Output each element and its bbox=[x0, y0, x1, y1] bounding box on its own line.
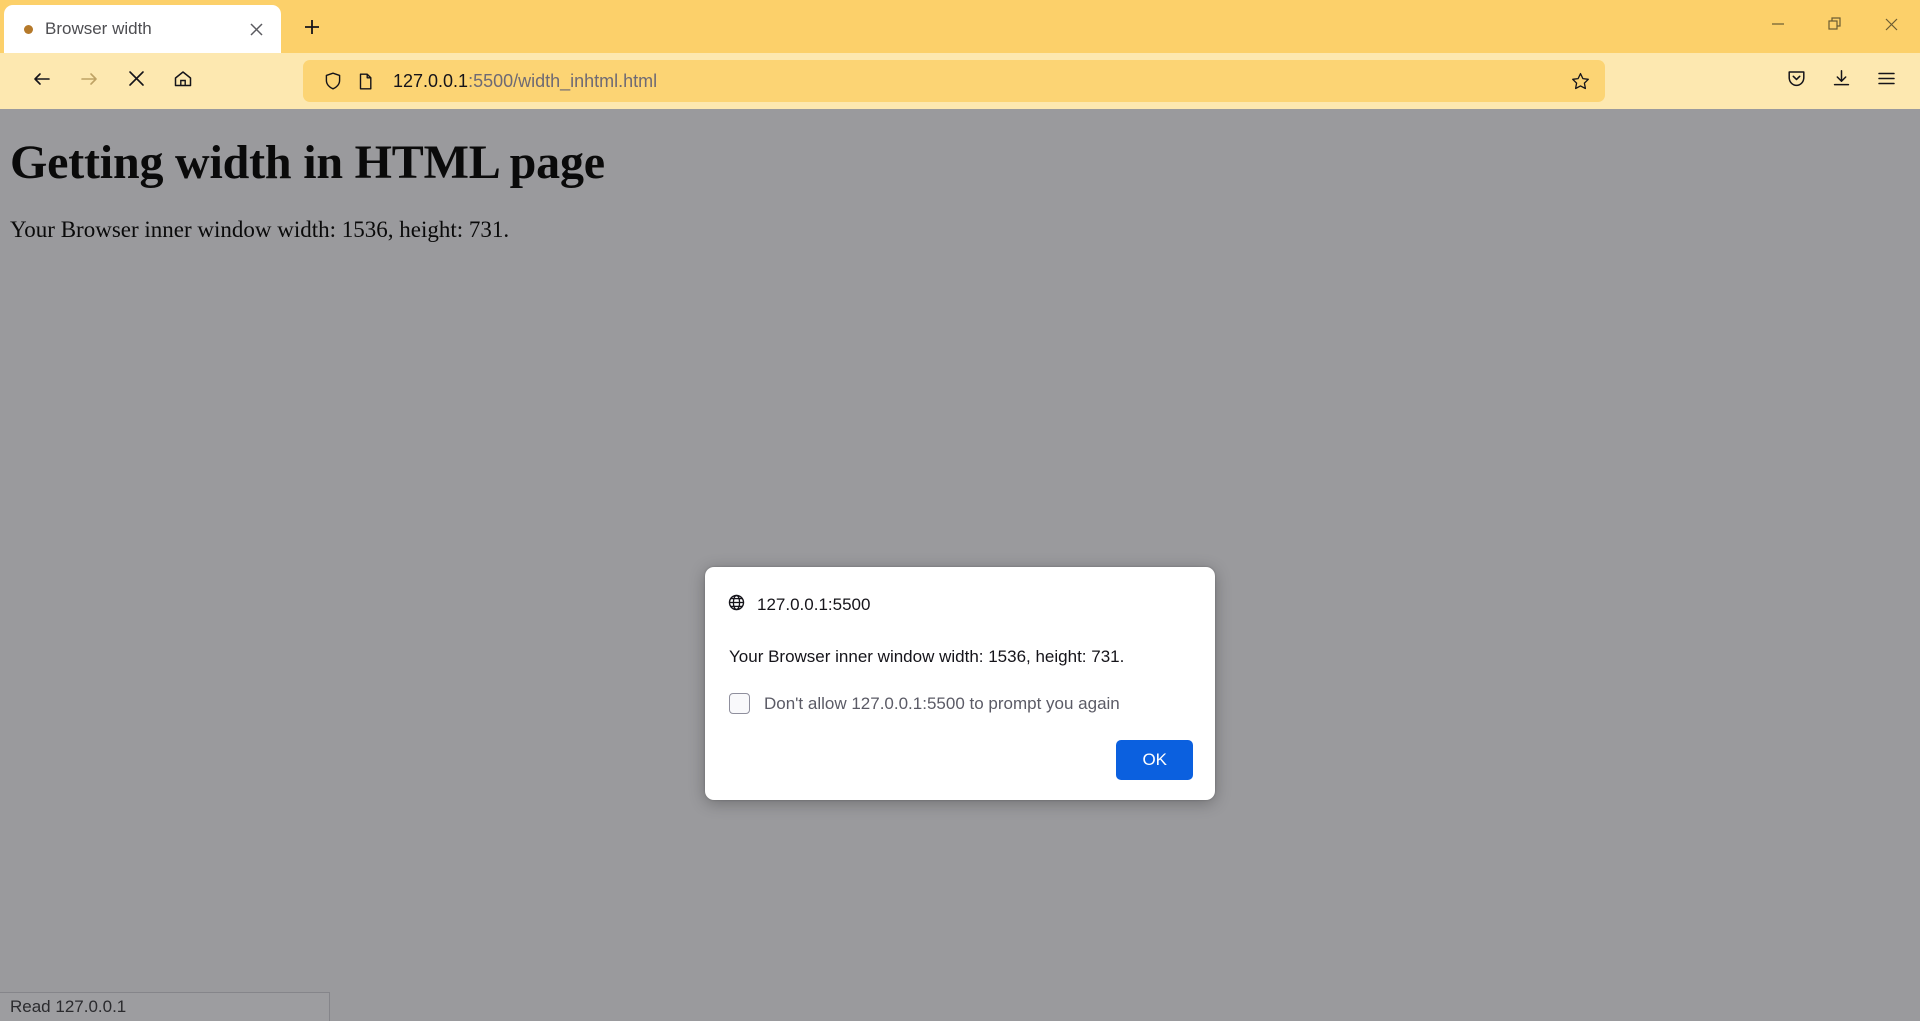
tab-strip: Browser width bbox=[0, 0, 1920, 53]
home-button[interactable] bbox=[163, 61, 203, 101]
home-icon bbox=[173, 69, 193, 94]
shield-icon[interactable] bbox=[317, 65, 349, 97]
dialog-origin-label: 127.0.0.1:5500 bbox=[757, 595, 871, 614]
ok-button[interactable]: OK bbox=[1116, 740, 1193, 780]
bookmark-star-icon[interactable] bbox=[1563, 64, 1597, 98]
close-icon[interactable] bbox=[241, 14, 271, 44]
downloads-button[interactable] bbox=[1821, 61, 1861, 101]
page-title: Getting width in HTML page bbox=[10, 136, 605, 189]
page-icon[interactable] bbox=[349, 65, 381, 97]
restore-icon bbox=[1827, 16, 1843, 37]
url-path: :5500/width_inhtml.html bbox=[468, 70, 658, 91]
dialog-actions: OK bbox=[727, 740, 1193, 780]
arrow-right-icon bbox=[79, 69, 99, 94]
minimize-button[interactable] bbox=[1749, 0, 1806, 53]
window-controls bbox=[1749, 0, 1920, 53]
dialog-origin: 127.0.0.1:5500 bbox=[727, 593, 1193, 617]
restore-button[interactable] bbox=[1806, 0, 1863, 53]
page-body-text: Your Browser inner window width: 1536, h… bbox=[10, 217, 510, 242]
page-content: Getting width in HTML page Your Browser … bbox=[0, 109, 1920, 1021]
tab-title: Browser width bbox=[45, 19, 152, 38]
hamburger-menu-icon bbox=[1876, 68, 1897, 94]
stop-button[interactable] bbox=[116, 61, 156, 101]
status-bar-text: Read 127.0.0.1 bbox=[10, 997, 127, 1016]
globe-icon bbox=[727, 593, 746, 617]
stop-icon bbox=[127, 69, 146, 93]
back-button[interactable] bbox=[22, 61, 62, 101]
arrow-left-icon bbox=[32, 69, 52, 94]
url-input[interactable]: 127.0.0.1:5500/width_inhtml.html bbox=[393, 71, 1563, 92]
forward-button bbox=[69, 61, 109, 101]
browser-tab[interactable]: Browser width bbox=[4, 5, 281, 53]
pocket-icon bbox=[1786, 68, 1807, 94]
app-menu-button[interactable] bbox=[1866, 61, 1906, 101]
new-tab-button[interactable] bbox=[293, 10, 331, 48]
tab-favicon-dot bbox=[24, 24, 33, 34]
suppress-dialogs-label: Don't allow 127.0.0.1:5500 to prompt you… bbox=[764, 693, 1120, 713]
pocket-button[interactable] bbox=[1776, 61, 1816, 101]
suppress-dialogs-checkbox[interactable] bbox=[729, 693, 750, 714]
status-bar: Read 127.0.0.1 bbox=[0, 992, 330, 1021]
toolbar-right-actions bbox=[1776, 61, 1906, 101]
url-bar[interactable]: 127.0.0.1:5500/width_inhtml.html bbox=[303, 60, 1605, 102]
plus-icon bbox=[303, 18, 321, 41]
minimize-icon bbox=[1770, 16, 1786, 37]
close-window-button[interactable] bbox=[1863, 0, 1920, 53]
suppress-dialogs-row[interactable]: Don't allow 127.0.0.1:5500 to prompt you… bbox=[729, 693, 1193, 714]
close-window-icon bbox=[1883, 16, 1900, 38]
download-icon bbox=[1831, 68, 1852, 94]
url-host: 127.0.0.1 bbox=[393, 70, 469, 91]
dialog-message: Your Browser inner window width: 1536, h… bbox=[729, 647, 1125, 666]
javascript-alert-dialog: 127.0.0.1:5500 Your Browser inner window… bbox=[705, 567, 1215, 800]
navigation-toolbar: 127.0.0.1:5500/width_inhtml.html bbox=[0, 53, 1920, 109]
